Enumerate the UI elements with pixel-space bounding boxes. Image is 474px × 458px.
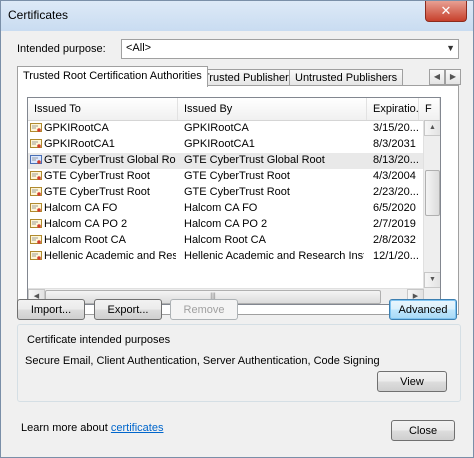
window-close-button[interactable]: ✕ bbox=[425, 1, 467, 22]
view-button[interactable]: View bbox=[377, 371, 447, 392]
cell-issued-to: GTE CyberTrust Root bbox=[44, 186, 150, 198]
column-expiration[interactable]: Expiratio... bbox=[367, 98, 419, 120]
certificate-icon bbox=[30, 203, 42, 213]
table-row[interactable]: GPKIRootCA1GPKIRootCA18/3/2031G bbox=[28, 137, 434, 153]
title-bar: Certificates ✕ bbox=[1, 1, 473, 31]
intended-purpose-dropdown[interactable]: <All> ▼ bbox=[121, 39, 459, 59]
cell-issued-by: Hellenic Academic and Research Inst... bbox=[184, 250, 364, 262]
cell-issued-by: GPKIRootCA1 bbox=[184, 138, 255, 150]
table-row[interactable]: GTE CyberTrust Global Root GTE CyberTrust… bbox=[28, 153, 434, 169]
store-tabs: Trusted Root Certification Authorities T… bbox=[17, 66, 461, 87]
cell-expiration: 12/1/20... bbox=[373, 250, 419, 262]
table-row[interactable]: Hellenic Academic and Res... Hellenic Aca… bbox=[28, 249, 433, 265]
cell-issued-to: GTE CyberTrust Global Root bbox=[44, 154, 176, 166]
window-title: Certificates bbox=[8, 8, 69, 22]
cell-expiration: 8/3/2031 bbox=[373, 138, 416, 150]
chevron-down-icon: ▼ bbox=[446, 43, 455, 53]
certificate-icon bbox=[30, 219, 42, 229]
certificate-icon bbox=[30, 171, 42, 181]
intended-purpose-label: Intended purpose: bbox=[17, 43, 106, 55]
list-header: Issued To Issued By Expiratio... F bbox=[28, 98, 440, 121]
certificate-list[interactable]: Issued To Issued By Expiratio... F GPKIR… bbox=[27, 97, 441, 305]
table-row[interactable]: Halcom CA PO 2Halcom CA PO 22/7/2019H bbox=[28, 217, 433, 233]
certificate-icon bbox=[30, 187, 42, 197]
cell-expiration: 6/5/2020 bbox=[373, 202, 416, 214]
table-row[interactable]: Halcom CA FOHalcom CA FO6/5/2020H bbox=[28, 201, 433, 217]
dialog-body: Intended purpose: <All> ▼ Trusted Root C… bbox=[9, 32, 465, 448]
remove-button[interactable]: Remove bbox=[170, 299, 238, 320]
certificate-icon bbox=[30, 123, 42, 133]
vertical-scroll-thumb[interactable] bbox=[425, 170, 440, 216]
tab-scroll-left-icon[interactable]: ◀ bbox=[429, 69, 445, 85]
cell-issued-to: Hellenic Academic and Res... bbox=[44, 250, 176, 262]
cell-issued-to: Halcom CA FO bbox=[44, 202, 118, 214]
column-friendly-name[interactable]: F bbox=[419, 98, 440, 120]
cell-expiration: 8/13/20... bbox=[373, 154, 419, 166]
cell-issued-by: GTE CyberTrust Root bbox=[184, 186, 290, 198]
table-row[interactable]: GPKIRootCAGPKIRootCA3/15/20...N bbox=[28, 121, 433, 137]
tab-trusted-root[interactable]: Trusted Root Certification Authorities bbox=[17, 66, 208, 87]
cell-issued-to: GPKIRootCA bbox=[44, 122, 109, 134]
column-issued-by[interactable]: Issued By bbox=[178, 98, 367, 120]
cell-issued-by: Halcom CA PO 2 bbox=[184, 218, 268, 230]
certificate-blue-icon bbox=[30, 155, 42, 165]
scroll-down-icon[interactable]: ▼ bbox=[424, 272, 440, 288]
table-row[interactable]: GTE CyberTrust Root GTE CyberTrust Root 2/… bbox=[28, 185, 434, 201]
close-button[interactable]: Close bbox=[391, 420, 455, 441]
cell-issued-to: Halcom Root CA bbox=[44, 234, 126, 246]
advanced-button[interactable]: Advanced bbox=[389, 299, 457, 320]
certificate-icon bbox=[30, 235, 42, 245]
learn-more: Learn more about certificates bbox=[21, 422, 163, 434]
intended-purposes-text: Secure Email, Client Authentication, Ser… bbox=[25, 355, 380, 367]
cell-expiration: 3/15/20... bbox=[373, 122, 419, 134]
cell-issued-by: GTE CyberTrust Root bbox=[184, 170, 290, 182]
scroll-up-icon[interactable]: ▲ bbox=[424, 120, 440, 136]
certificates-link[interactable]: certificates bbox=[111, 422, 164, 434]
table-row[interactable]: Halcom Root CAHalcom Root CA2/8/2032H bbox=[28, 233, 433, 249]
tab-panel: Issued To Issued By Expiratio... F GPKIR… bbox=[17, 85, 459, 315]
cell-issued-by: Halcom CA FO bbox=[184, 202, 258, 214]
column-issued-to[interactable]: Issued To bbox=[28, 98, 178, 120]
cell-issued-to: Halcom CA PO 2 bbox=[44, 218, 128, 230]
cell-issued-by: GTE CyberTrust Global Root bbox=[184, 154, 325, 166]
import-button[interactable]: Import... bbox=[17, 299, 85, 320]
certificate-icon bbox=[30, 139, 42, 149]
cell-expiration: 4/3/2004 bbox=[373, 170, 416, 182]
cell-issued-by: Halcom Root CA bbox=[184, 234, 266, 246]
cell-issued-by: GPKIRootCA bbox=[184, 122, 249, 134]
table-row[interactable]: GTE CyberTrust Root GTE CyberTrust Root 4/… bbox=[28, 169, 434, 185]
vertical-scrollbar[interactable]: ▲ ▼ bbox=[423, 120, 440, 304]
learn-more-text: Learn more about bbox=[21, 422, 108, 434]
tab-untrusted-publishers[interactable]: Untrusted Publishers bbox=[289, 69, 404, 86]
cell-expiration: 2/23/20... bbox=[373, 186, 419, 198]
certificate-icon bbox=[30, 251, 42, 261]
intended-purposes-title: Certificate intended purposes bbox=[25, 334, 173, 346]
tab-scroll-right-icon[interactable]: ▶ bbox=[445, 69, 461, 85]
cell-expiration: 2/7/2019 bbox=[373, 218, 416, 230]
cell-expiration: 2/8/2032 bbox=[373, 234, 416, 246]
intended-purpose-value: <All> bbox=[126, 42, 152, 54]
certificates-dialog: Certificates ✕ Intended purpose: <All> ▼… bbox=[0, 0, 474, 458]
tab-trusted-publishers[interactable]: Trusted Publishers bbox=[197, 69, 301, 86]
cell-issued-to: GPKIRootCA1 bbox=[44, 138, 115, 150]
export-button[interactable]: Export... bbox=[94, 299, 162, 320]
cell-issued-to: GTE CyberTrust Root bbox=[44, 170, 150, 182]
